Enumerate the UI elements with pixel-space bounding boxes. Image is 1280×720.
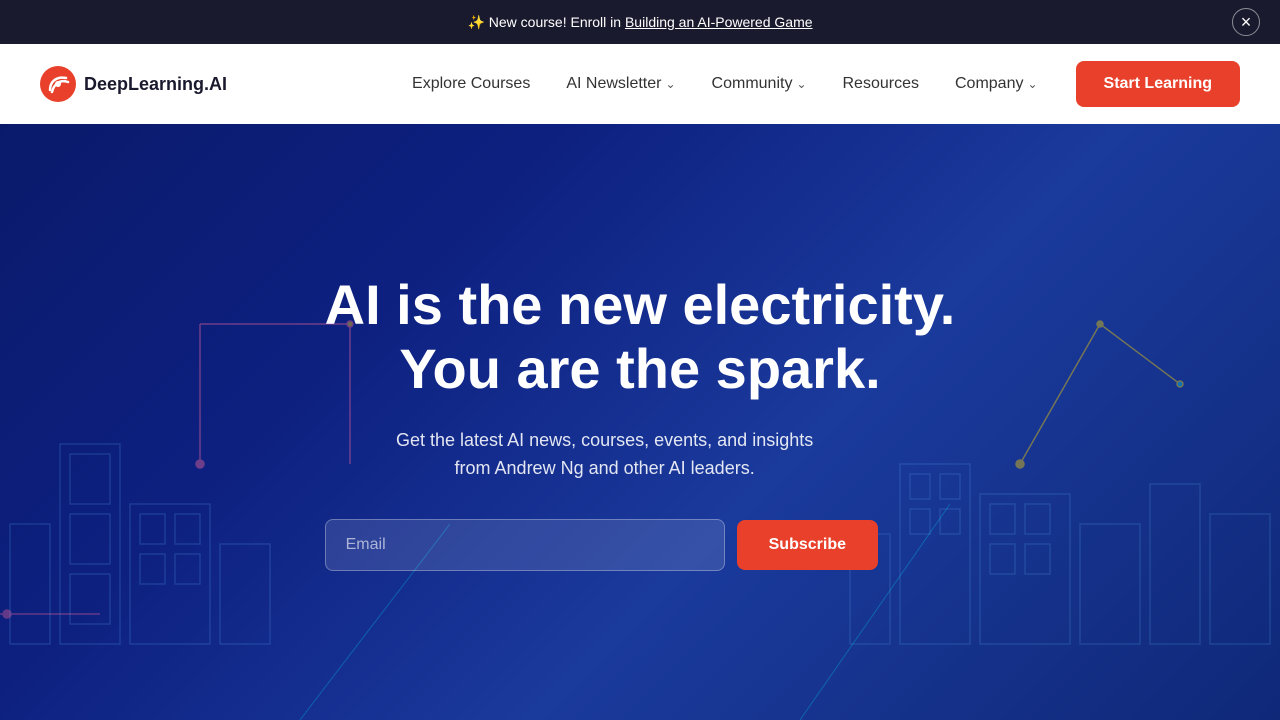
subscribe-form: Subscribe	[325, 519, 956, 571]
start-learning-button[interactable]: Start Learning	[1076, 61, 1240, 107]
announcement-text: ✨ New course! Enroll in Building an AI-P…	[467, 14, 812, 31]
subscribe-button[interactable]: Subscribe	[737, 520, 878, 570]
nav-item-company[interactable]: Company ⌄	[941, 67, 1052, 101]
close-icon: ×	[1241, 13, 1252, 31]
nav-link-resources[interactable]: Resources	[829, 67, 933, 101]
logo-icon	[40, 66, 76, 102]
logo-text: DeepLearning.AI	[84, 74, 227, 95]
nav-link-explore-courses[interactable]: Explore Courses	[398, 67, 544, 101]
announcement-bar: ✨ New course! Enroll in Building an AI-P…	[0, 0, 1280, 44]
nav-item-resources[interactable]: Resources	[829, 67, 933, 101]
hero-content: AI is the new electricity. You are the s…	[325, 273, 956, 571]
announcement-link[interactable]: Building an AI-Powered Game	[625, 14, 813, 30]
chevron-down-icon: ⌄	[665, 77, 675, 91]
nav-item-ai-newsletter[interactable]: AI Newsletter ⌄	[552, 67, 689, 101]
hero-section: AI is the new electricity. You are the s…	[0, 124, 1280, 720]
logo[interactable]: DeepLearning.AI	[40, 66, 227, 102]
hero-title: AI is the new electricity. You are the s…	[325, 273, 956, 402]
nav-link-community[interactable]: Community ⌄	[698, 67, 821, 101]
chevron-down-icon: ⌄	[796, 77, 806, 91]
nav-link-ai-newsletter[interactable]: AI Newsletter ⌄	[552, 67, 689, 101]
hero-subtitle: Get the latest AI news, courses, events,…	[325, 426, 885, 484]
close-announcement-button[interactable]: ×	[1232, 8, 1260, 36]
email-input[interactable]	[325, 519, 725, 571]
nav-links: Explore Courses AI Newsletter ⌄ Communit…	[398, 67, 1051, 101]
navbar: DeepLearning.AI Explore Courses AI Newsl…	[0, 44, 1280, 124]
chevron-down-icon: ⌄	[1027, 77, 1037, 91]
nav-item-explore-courses[interactable]: Explore Courses	[398, 67, 544, 101]
nav-link-company[interactable]: Company ⌄	[941, 67, 1052, 101]
nav-item-community[interactable]: Community ⌄	[698, 67, 821, 101]
